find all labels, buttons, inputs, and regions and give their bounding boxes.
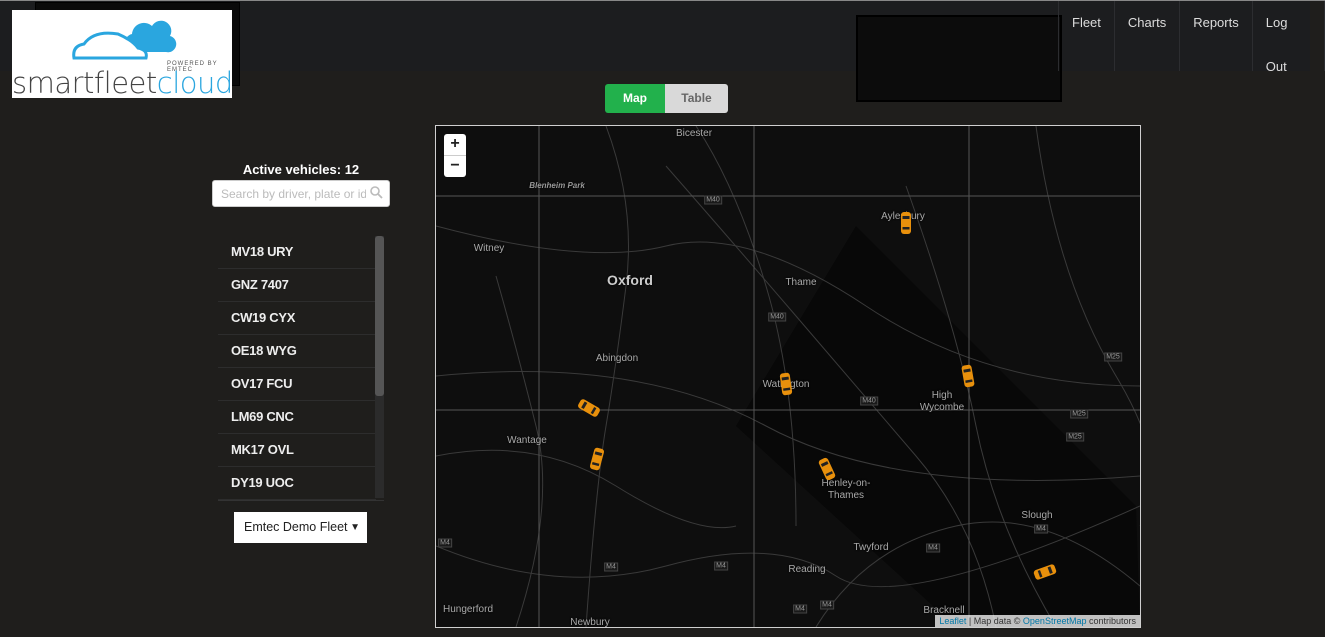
motorway-badge: M4 [1034,524,1048,534]
vehicle-item[interactable]: OE18 WYG [218,335,376,368]
active-vehicles-count: Active vehicles: 12 [242,162,360,177]
vehicle-item[interactable]: MV18 URY [218,236,376,269]
view-toggle: Map Table [605,84,728,113]
fleet-select[interactable]: Emtec Demo Fleet ▼ [234,512,367,543]
top-nav: Fleet Charts Reports Log Out [1058,1,1325,74]
vehicle-item[interactable]: CW19 CYX [218,302,376,335]
vehicle-item[interactable]: OV17 FCU [218,368,376,401]
vehicle-item[interactable]: MK17 OVL [218,434,376,467]
tab-table[interactable]: Table [665,84,728,113]
zoom-in-button[interactable]: + [444,134,466,155]
vehicle-list: MV18 URY GNZ 7407 CW19 CYX OE18 WYG OV17… [218,236,384,501]
map-view[interactable]: Bicester Blenheim Park Witney Oxford Tha… [435,125,1141,628]
zoom-out-button[interactable]: − [444,155,466,177]
redacted-box [856,15,1062,102]
motorway-badge: M4 [793,604,807,614]
motorway-badge: M25 [1104,352,1122,362]
vehicle-item[interactable]: DY19 UOC [218,467,376,500]
motorway-badge: M4 [926,543,940,553]
vehicle-item[interactable]: LM69 CNC [218,401,376,434]
vehicle-list-scrollbar[interactable] [375,236,384,498]
place-label: Henley-on-Thames [821,478,871,501]
nav-charts[interactable]: Charts [1113,1,1179,71]
place-label: Thame [785,277,817,288]
place-label: Slough [1021,510,1053,521]
motorway-badge: M4 [438,538,452,548]
vehicle-marker-icon[interactable] [900,211,912,235]
motorway-badge: M40 [704,195,722,205]
place-label: Reading [788,564,826,575]
vehicle-item[interactable]: GNZ 7407 [218,269,376,302]
search-icon[interactable] [369,185,383,199]
scrollbar-thumb[interactable] [375,236,384,396]
motorway-badge: M4 [604,562,618,572]
motorway-badge: M4 [714,561,728,571]
osm-link[interactable]: OpenStreetMap [1023,616,1087,626]
attribution-text: | Map data © [966,616,1023,626]
place-label: Bicester [675,128,713,139]
motorway-badge: M40 [860,396,878,406]
place-label: Wantage [507,435,547,446]
place-label: Witney [473,243,505,254]
place-label: Oxford [607,272,653,288]
map-attribution: Leaflet | Map data © OpenStreetMap contr… [935,615,1140,627]
motorway-badge: M25 [1066,432,1084,442]
place-label: Blenheim Park [529,181,585,190]
tab-map[interactable]: Map [605,84,665,113]
place-label: Hungerford [442,604,494,615]
motorway-badge: M25 [1070,409,1088,419]
logo-wordmark: smartfleetcloud [12,66,232,98]
logo[interactable]: POWERED BY EMTEC smartfleetcloud [12,10,232,98]
leaflet-link[interactable]: Leaflet [939,616,966,626]
nav-reports[interactable]: Reports [1179,1,1252,71]
place-label: Abingdon [595,353,639,364]
motorway-badge: M4 [820,600,834,610]
search-box [212,180,390,207]
fleet-select-value: Emtec Demo Fleet [244,520,348,534]
attribution-suffix: contributors [1086,616,1136,626]
place-label: High Wycombe [919,390,965,413]
place-label: Twyford [853,542,889,553]
nav-fleet[interactable]: Fleet [1058,1,1114,71]
motorway-badge: M40 [768,312,786,322]
caret-down-icon: ▼ [350,522,360,533]
nav-logout[interactable]: Log Out [1251,1,1325,74]
zoom-control: + − [444,134,466,177]
place-label: Newbury [570,617,610,628]
search-input[interactable] [219,181,368,206]
